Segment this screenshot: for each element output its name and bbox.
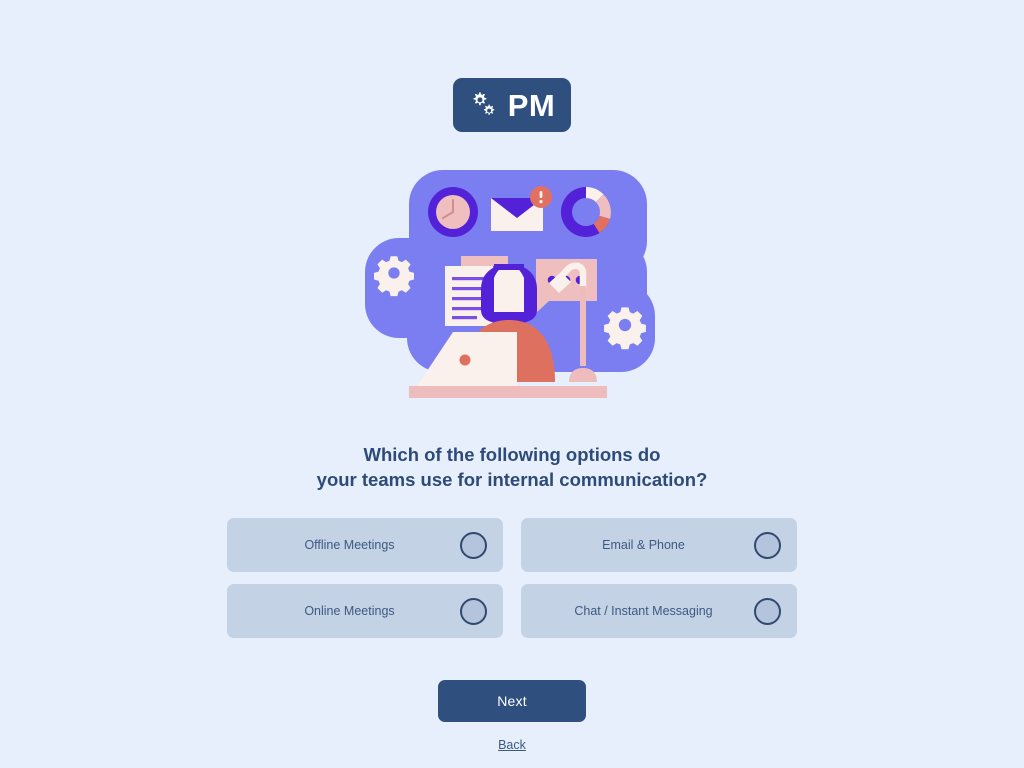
option-online-meetings[interactable]: Online Meetings <box>227 584 503 639</box>
option-label: Email & Phone <box>602 538 685 553</box>
logo-text: PM <box>507 87 556 123</box>
page-title: Which of the following options do your t… <box>317 443 708 492</box>
option-label: Chat / Instant Messaging <box>574 604 713 619</box>
radio-button[interactable] <box>460 597 487 625</box>
option-offline-meetings[interactable]: Offline Meetings <box>227 518 503 573</box>
clock-icon <box>428 187 478 237</box>
workspace-productivity-illustration <box>365 170 655 398</box>
option-email-phone[interactable]: Email & Phone <box>521 518 797 573</box>
back-link[interactable]: Back <box>498 738 526 752</box>
gears-icon <box>473 92 495 115</box>
question-line-1: Which of the following options do <box>363 444 661 465</box>
gear-icon-left <box>374 256 414 297</box>
radio-button[interactable] <box>460 531 487 559</box>
logo-container: PM <box>0 78 1024 132</box>
onboarding-survey-page: PM Which of the following options do you… <box>0 0 1024 768</box>
app-logo[interactable]: PM <box>452 78 572 132</box>
radio-button[interactable] <box>754 597 781 625</box>
options-group: Offline Meetings Email & Phone Online Me… <box>227 518 797 639</box>
option-label: Online Meetings <box>304 604 395 619</box>
option-chat-instant-messaging[interactable]: Chat / Instant Messaging <box>521 584 797 639</box>
next-button[interactable]: Next <box>438 680 586 723</box>
question-line-2: your teams use for internal communicatio… <box>316 468 708 490</box>
desk-surface <box>409 386 607 398</box>
radio-button[interactable] <box>754 531 781 559</box>
option-label: Offline Meetings <box>304 538 395 553</box>
gear-icon-right <box>604 307 646 350</box>
